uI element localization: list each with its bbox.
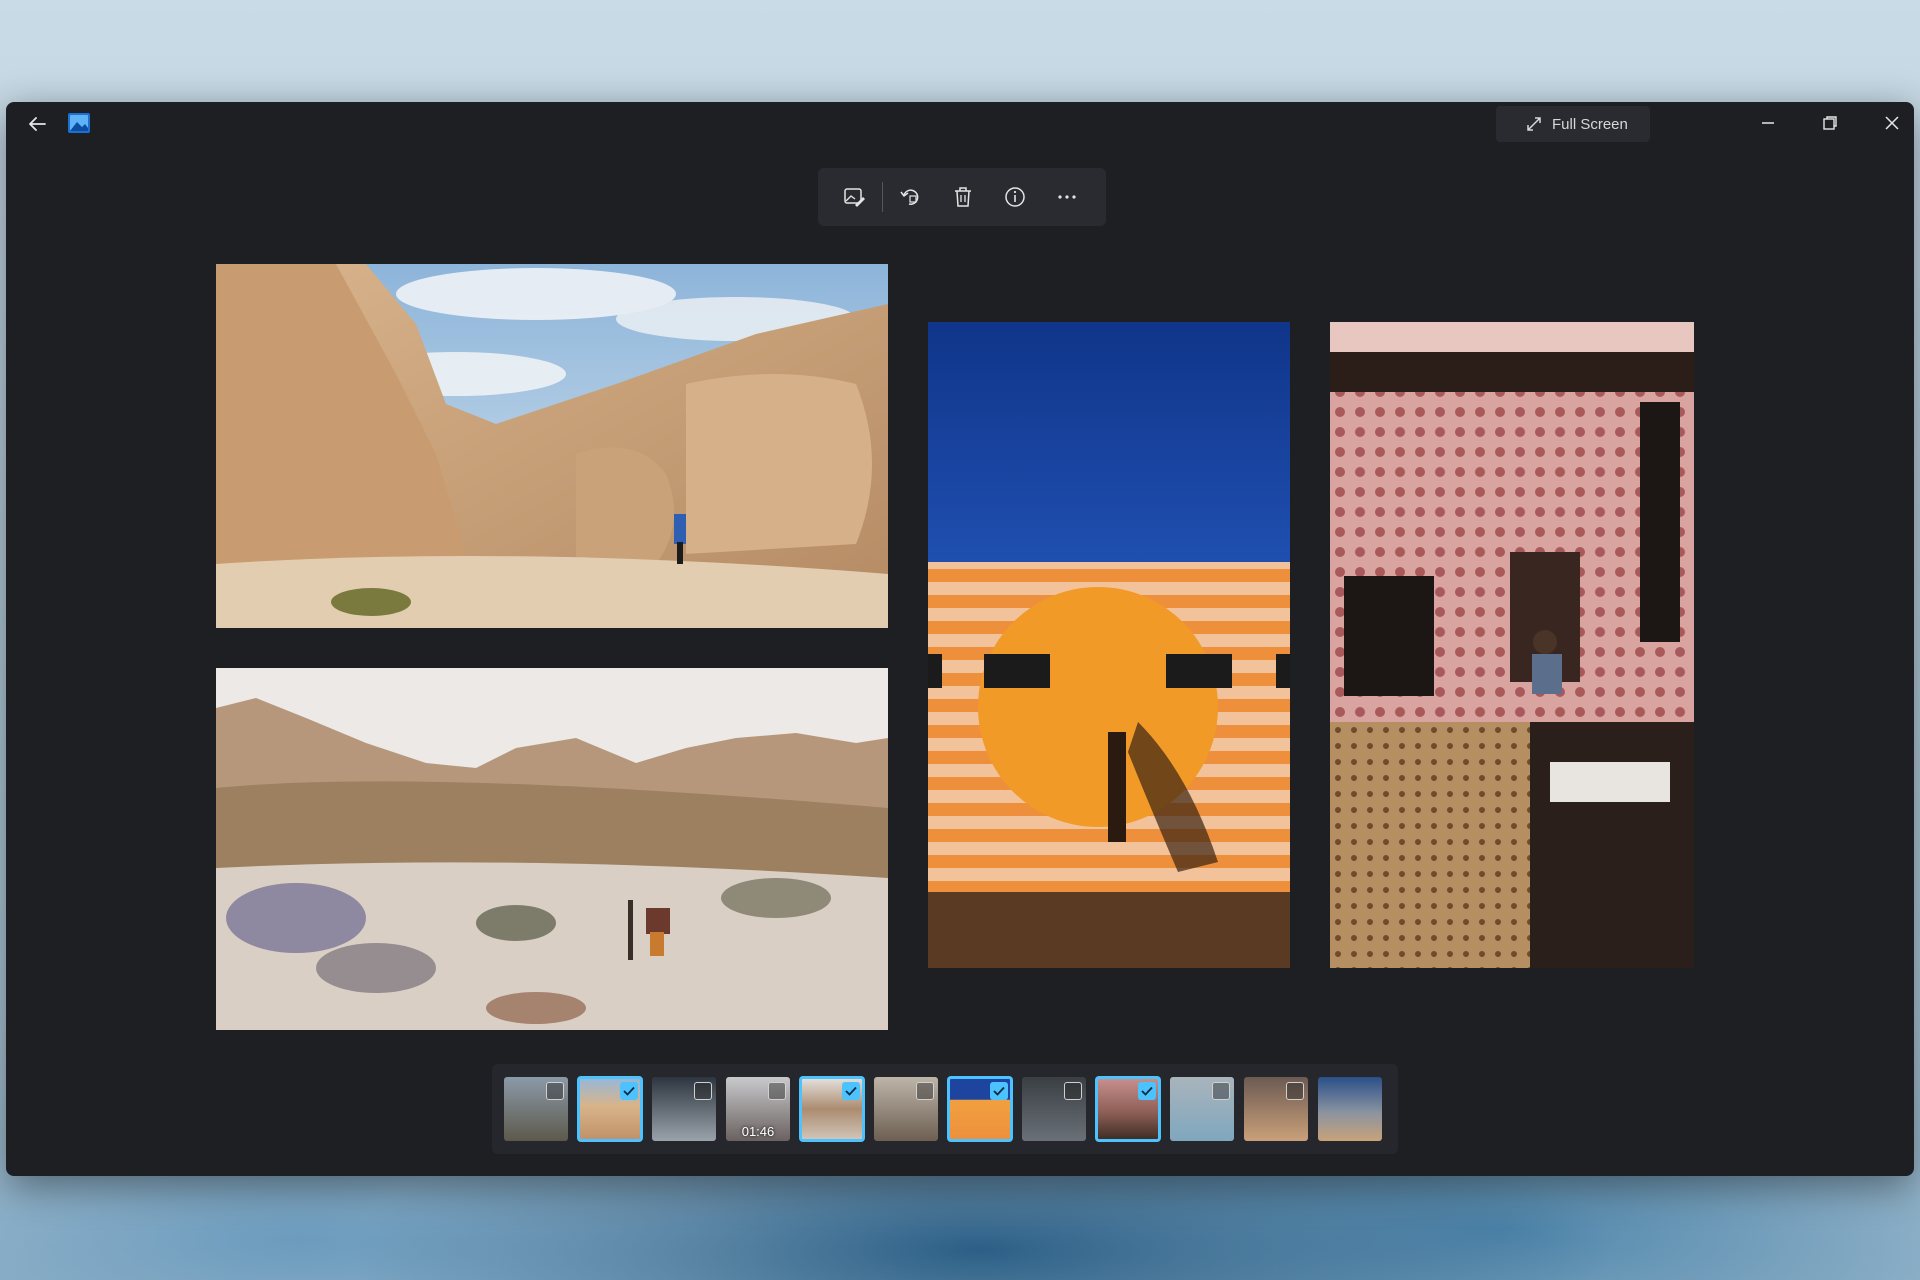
filmstrip: 01:46 <box>492 1064 1398 1154</box>
filmstrip-thumbnail[interactable] <box>1318 1077 1382 1141</box>
filmstrip-thumbnail[interactable] <box>799 1076 865 1142</box>
more-icon <box>1058 195 1076 199</box>
photos-app-icon <box>68 113 90 133</box>
more-options-button[interactable] <box>1041 175 1093 219</box>
minimize-icon <box>1762 122 1774 124</box>
filmstrip-thumbnail[interactable] <box>1095 1076 1161 1142</box>
filmstrip-thumbnail[interactable] <box>577 1076 643 1142</box>
full-screen-button[interactable]: Full Screen <box>1496 106 1650 142</box>
selection-checkbox[interactable] <box>1064 1082 1082 1100</box>
full-screen-label: Full Screen <box>1552 115 1628 133</box>
info-icon <box>1005 187 1025 207</box>
photo-restaurant-interior[interactable] <box>1330 322 1694 968</box>
checkmark-icon <box>993 1086 1005 1096</box>
filmstrip-thumbnail[interactable] <box>1170 1077 1234 1141</box>
selection-checkbox[interactable] <box>768 1082 786 1100</box>
delete-button[interactable] <box>937 175 989 219</box>
photo-toolbar <box>818 168 1106 226</box>
back-button[interactable] <box>20 110 54 138</box>
minimize-button[interactable] <box>1738 102 1798 144</box>
photo-desert-landscape-child[interactable] <box>216 668 888 1030</box>
video-duration: 01:46 <box>741 1124 775 1139</box>
edit-image-button[interactable] <box>828 175 880 219</box>
close-button[interactable] <box>1862 102 1914 144</box>
expand-icon <box>1527 117 1541 131</box>
checkmark-icon <box>623 1086 635 1096</box>
photo-desert-rocks-hiker[interactable] <box>216 264 888 628</box>
filmstrip-thumbnail[interactable] <box>1244 1077 1308 1141</box>
title-bar: Full Screen <box>6 102 1914 144</box>
filmstrip-thumbnail[interactable] <box>504 1077 568 1141</box>
restore-icon <box>1823 116 1837 130</box>
toolbar-separator <box>882 182 883 212</box>
rotate-icon <box>900 189 919 205</box>
filmstrip-thumbnail[interactable] <box>874 1077 938 1141</box>
photo-orange-striped-wall[interactable] <box>928 322 1290 968</box>
filmstrip-thumbnail[interactable]: 01:46 <box>726 1077 790 1141</box>
selection-checkbox[interactable] <box>990 1082 1008 1100</box>
selection-checkbox[interactable] <box>620 1082 638 1100</box>
selection-checkbox[interactable] <box>1286 1082 1304 1100</box>
photos-app-window: Full Screen 01:46 <box>6 102 1914 1176</box>
rotate-button[interactable] <box>885 175 937 219</box>
info-button[interactable] <box>989 175 1041 219</box>
selection-checkbox[interactable] <box>694 1082 712 1100</box>
close-icon <box>1885 116 1899 130</box>
filmstrip-thumbnail[interactable] <box>652 1077 716 1141</box>
maximize-button[interactable] <box>1800 102 1860 144</box>
edit-image-icon <box>844 188 865 207</box>
selection-checkbox[interactable] <box>916 1082 934 1100</box>
selection-checkbox[interactable] <box>1212 1082 1230 1100</box>
checkmark-icon <box>1141 1086 1153 1096</box>
back-arrow-icon <box>29 117 46 131</box>
checkmark-icon <box>845 1086 857 1096</box>
delete-icon <box>955 187 971 207</box>
selection-checkbox[interactable] <box>1138 1082 1156 1100</box>
selection-checkbox[interactable] <box>546 1082 564 1100</box>
filmstrip-thumbnail[interactable] <box>947 1076 1013 1142</box>
selection-checkbox[interactable] <box>842 1082 860 1100</box>
filmstrip-thumbnail[interactable] <box>1022 1077 1086 1141</box>
